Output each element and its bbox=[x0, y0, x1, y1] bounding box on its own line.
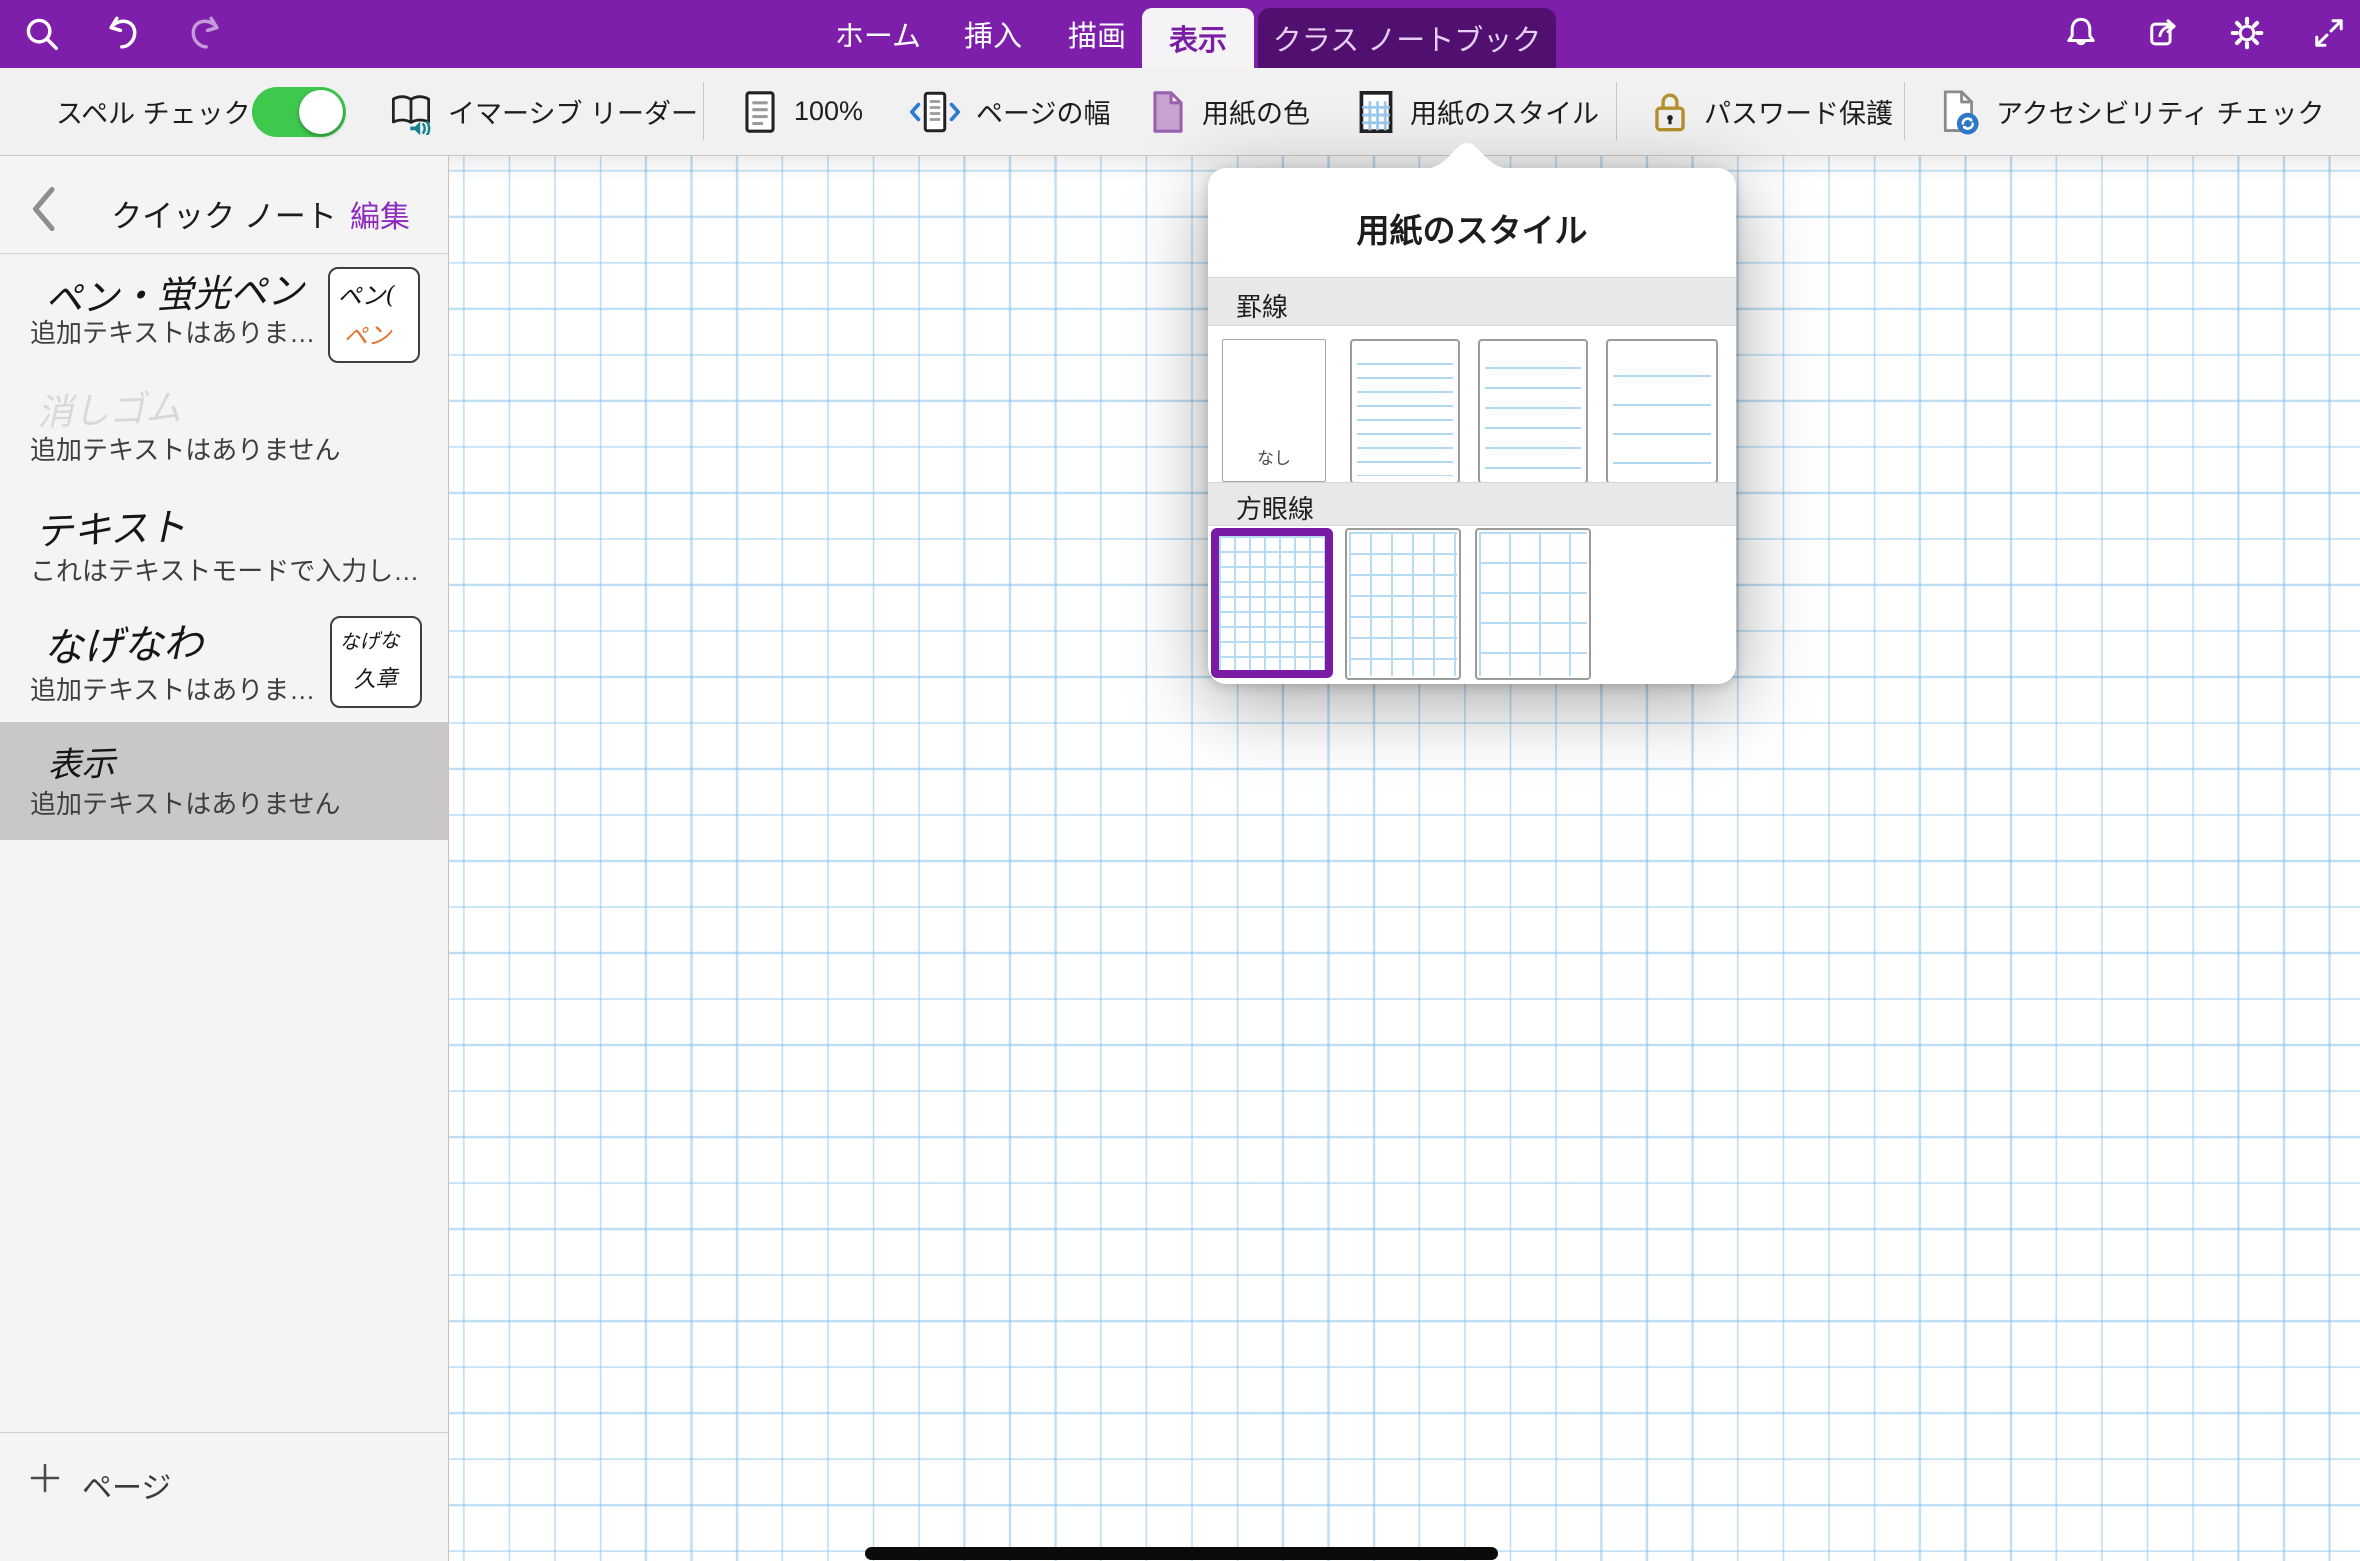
popup-callout-arrow bbox=[1422, 141, 1512, 169]
home-indicator-bar[interactable] bbox=[865, 1547, 1498, 1560]
tab-insert-label: 挿入 bbox=[964, 13, 1022, 55]
section-label: 罫線 bbox=[1236, 287, 1288, 324]
redo-icon[interactable] bbox=[184, 14, 224, 54]
tab-home-label: ホーム bbox=[835, 13, 921, 55]
onenote-app: ホーム 挿入 描画 表示 クラス ノートブック bbox=[0, 0, 2360, 1561]
tab-class-notebook-label: クラス ノートブック bbox=[1273, 17, 1541, 59]
ribbon-divider bbox=[1904, 82, 1905, 140]
thumbnail-ink-black: なげな bbox=[339, 624, 400, 655]
list-item-pen[interactable]: ペン・蛍光ペン 追加テキストはありま… ペン( ペン bbox=[0, 253, 448, 370]
paper-option-none-label: なし bbox=[1223, 444, 1325, 469]
page-title-handwritten: なげなわ bbox=[42, 610, 204, 674]
paper-style-label: 用紙のスタイル bbox=[1410, 92, 1599, 131]
tab-draw-label: 描画 bbox=[1068, 13, 1126, 55]
accessibility-check-icon bbox=[1938, 88, 1982, 136]
zoom-value: 100% bbox=[794, 96, 863, 127]
ribbon-divider bbox=[1616, 82, 1617, 140]
toggle-knob bbox=[299, 90, 343, 134]
page-subtitle: 追加テキストはありま… bbox=[30, 313, 315, 350]
ruled-lines-preview bbox=[1357, 363, 1453, 476]
page-thumbnail: なげな 久章 bbox=[330, 616, 422, 708]
zoom-page-icon bbox=[740, 89, 780, 135]
list-item-lasso[interactable]: なげなわ 追加テキストはありま… なげな 久章 bbox=[0, 604, 448, 722]
section-header-grid: 方眼線 bbox=[1208, 482, 1736, 526]
paper-color-button[interactable]: 用紙の色 bbox=[1148, 68, 1310, 155]
page-subtitle: 追加テキストはありま… bbox=[30, 670, 315, 707]
immersive-reader-button[interactable]: イマーシブ リーダー bbox=[388, 68, 698, 155]
tab-class-notebook[interactable]: クラス ノートブック bbox=[1258, 8, 1556, 68]
tab-insert[interactable]: 挿入 bbox=[956, 0, 1030, 68]
undo-icon[interactable] bbox=[104, 14, 144, 54]
accessibility-check-button[interactable]: アクセシビリティ チェック bbox=[1938, 68, 2325, 155]
bell-icon[interactable] bbox=[2062, 14, 2100, 52]
search-icon[interactable] bbox=[22, 14, 62, 54]
paper-color-icon bbox=[1148, 89, 1188, 135]
password-protect-label: パスワード保護 bbox=[1704, 92, 1893, 131]
paper-color-label: 用紙の色 bbox=[1202, 92, 1310, 131]
page-subtitle: これはテキストモードで入力し… bbox=[30, 551, 419, 588]
tab-home[interactable]: ホーム bbox=[828, 0, 928, 68]
paper-option-grid-medium[interactable] bbox=[1345, 528, 1461, 680]
paper-option-none[interactable]: なし bbox=[1222, 339, 1326, 482]
add-page-label: ページ bbox=[82, 1463, 171, 1507]
page-subtitle: 追加テキストはありません bbox=[30, 430, 340, 467]
list-item-text[interactable]: テキスト これはテキストモードで入力し… bbox=[0, 487, 448, 604]
view-ribbon: スペル チェック イマーシブ リーダー 100% bbox=[0, 68, 2360, 156]
list-item-eraser[interactable]: 消しゴム 追加テキストはありません bbox=[0, 370, 448, 487]
paper-option-ruled-medium[interactable] bbox=[1478, 339, 1588, 484]
paper-option-grid-small-selected[interactable] bbox=[1211, 528, 1333, 678]
page-width-icon bbox=[908, 89, 962, 135]
section-label: 方眼線 bbox=[1236, 489, 1314, 526]
top-app-bar: ホーム 挿入 描画 表示 クラス ノートブック bbox=[0, 0, 2360, 68]
password-protect-button[interactable]: パスワード保護 bbox=[1650, 68, 1893, 155]
paper-style-icon bbox=[1356, 89, 1396, 135]
page-title-handwritten: テキスト bbox=[34, 496, 187, 556]
page-width-label: ページの幅 bbox=[976, 92, 1110, 131]
section-header-ruled: 罫線 bbox=[1208, 277, 1736, 326]
ruled-lines-preview bbox=[1485, 367, 1581, 476]
page-width-button[interactable]: ページの幅 bbox=[908, 68, 1110, 155]
zoom-button[interactable]: 100% bbox=[740, 68, 863, 155]
ribbon-divider bbox=[703, 82, 704, 140]
fullscreen-icon[interactable] bbox=[2310, 14, 2348, 52]
page-list-sidebar: クイック ノート 編集 ペン・蛍光ペン 追加テキストはありま… ペン( ペン 消… bbox=[0, 155, 449, 1561]
page-title-handwritten: 消しゴム bbox=[36, 379, 182, 436]
thumbnail-ink-black: ペン( bbox=[337, 275, 396, 312]
spell-check-label: スペル チェック bbox=[56, 68, 251, 155]
tab-draw[interactable]: 描画 bbox=[1060, 0, 1134, 68]
immersive-reader-icon bbox=[388, 89, 434, 135]
settings-icon[interactable] bbox=[2228, 14, 2266, 52]
thumbnail-ink-black: 久章 bbox=[353, 660, 398, 694]
share-icon[interactable] bbox=[2147, 14, 2185, 52]
list-item-view-selected[interactable]: 表示 追加テキストはありません bbox=[0, 722, 448, 840]
thumbnail-ink-orange: ペン bbox=[343, 315, 392, 352]
page-thumbnail: ペン( ペン bbox=[328, 267, 420, 363]
paper-style-popup: 用紙のスタイル 罫線 なし 方眼線 bbox=[1208, 168, 1736, 684]
edit-button[interactable]: 編集 bbox=[350, 192, 410, 236]
grid-preview bbox=[1349, 532, 1457, 676]
page-title-handwritten: 表示 bbox=[46, 736, 116, 787]
grid-preview bbox=[1219, 536, 1325, 670]
popup-title: 用紙のスタイル bbox=[1208, 204, 1736, 252]
accessibility-check-label: アクセシビリティ チェック bbox=[1996, 92, 2325, 131]
paper-option-ruled-narrow[interactable] bbox=[1350, 339, 1460, 484]
paper-option-ruled-wide[interactable] bbox=[1606, 339, 1718, 484]
plus-icon bbox=[28, 1461, 62, 1495]
page-subtitle: 追加テキストはありません bbox=[30, 784, 340, 821]
tab-view-selected[interactable]: 表示 bbox=[1142, 8, 1254, 68]
immersive-reader-label: イマーシブ リーダー bbox=[448, 92, 698, 131]
tab-view-label: 表示 bbox=[1169, 17, 1227, 59]
lock-icon bbox=[1650, 89, 1690, 135]
grid-preview bbox=[1479, 532, 1587, 676]
ruled-lines-preview bbox=[1613, 375, 1711, 476]
add-page-button[interactable]: ページ bbox=[0, 1432, 448, 1561]
spell-check-toggle[interactable] bbox=[252, 87, 346, 137]
paper-option-grid-large[interactable] bbox=[1475, 528, 1591, 680]
